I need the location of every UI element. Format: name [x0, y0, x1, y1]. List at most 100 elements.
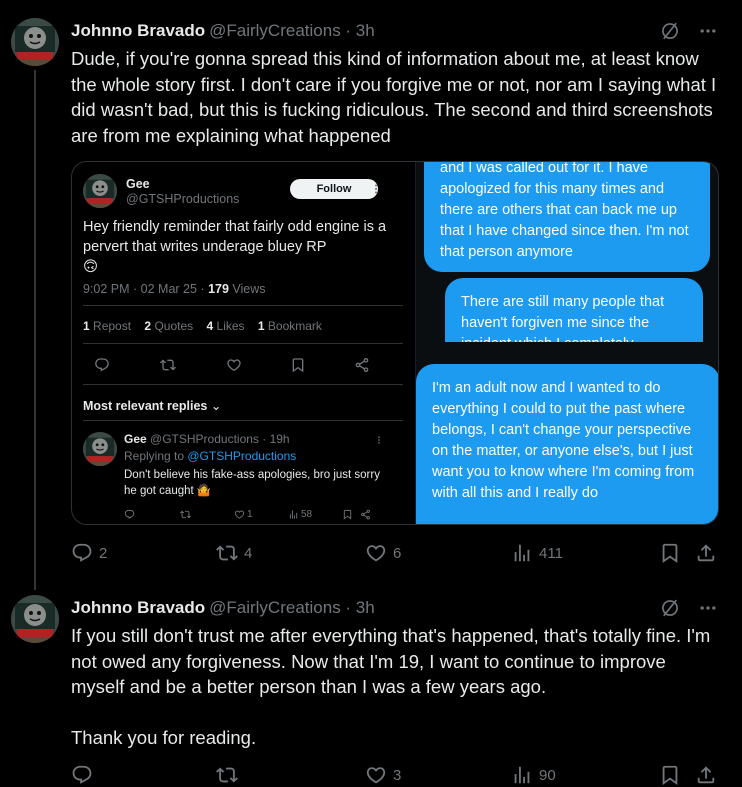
screenshot-views-count: 179 [208, 282, 229, 296]
like-icon [365, 764, 387, 786]
reply-like-count: 1 [247, 509, 253, 520]
reply-text: Don't believe his fake-ass apologies, br… [124, 469, 380, 497]
tweet-actions: 2 4 6 411 [71, 542, 719, 566]
follow-button: Follow [290, 179, 378, 199]
stat-likes-label: Likes [216, 319, 245, 333]
stat-bookmarks-label: Bookmark [267, 319, 322, 333]
screenshot-author-name: Gee [126, 177, 150, 191]
bookmark-button[interactable] [659, 764, 681, 786]
media-attachment[interactable]: Gee @GTSHProductions Follow Hey friendly… [71, 161, 719, 525]
reply-icon [124, 509, 135, 520]
tweet-header: Johnno Bravado @FairlyCreations · 3h [71, 21, 375, 41]
divider [83, 305, 403, 306]
reply-action-icons: 1 58 [124, 509, 384, 521]
repost-icon [180, 509, 191, 520]
author-avatar[interactable] [11, 595, 59, 643]
author-name[interactable]: Johnno Bravado [71, 598, 205, 618]
stat-quotes-label: Quotes [154, 319, 194, 333]
like-icon [234, 509, 245, 520]
screenshot-more-icon [370, 183, 382, 195]
screenshot-avatar [83, 174, 117, 208]
views-count: 411 [539, 544, 563, 562]
views-icon [511, 542, 533, 564]
thread-connector [34, 70, 36, 590]
screenshot-post-text: Hey friendly reminder that fairly odd en… [83, 218, 403, 278]
stat-quotes-count: 2 [144, 319, 152, 333]
tweet-tools [660, 598, 718, 618]
repost-icon [216, 764, 238, 786]
chat-bubble: I'm an adult now and I wanted to do ever… [416, 364, 718, 524]
reply-icon [71, 764, 93, 786]
reply-button[interactable]: 2 [71, 542, 107, 564]
share-icon [354, 357, 370, 373]
replying-to: Replying to @GTSHProductions [124, 449, 296, 463]
stat-reposts-label: Repost [93, 319, 132, 333]
views-button[interactable]: 411 [511, 542, 563, 564]
screenshot-post-body: Hey friendly reminder that fairly odd en… [83, 219, 387, 255]
stat-reposts-count: 1 [83, 319, 90, 333]
reply-button[interactable] [71, 764, 99, 786]
share-button[interactable] [695, 764, 717, 786]
chat-bubble: There are still many people that haven't… [445, 278, 703, 342]
reply-author-name: Gee [124, 432, 147, 446]
divider [83, 384, 403, 385]
tweet-1[interactable]: Johnno Bravado @FairlyCreations · 3h Dud… [0, 0, 742, 590]
views-count: 90 [539, 766, 556, 784]
bookmark-icon [659, 764, 681, 786]
chat-screenshots[interactable]: and I was called out for it. I have apol… [416, 162, 718, 524]
replies-sort-text: Most relevant replies [83, 399, 208, 413]
tweet-actions: 3 90 [71, 764, 719, 787]
stat-bookmarks-count: 1 [257, 319, 265, 333]
repost-count: 4 [244, 544, 253, 562]
grok-icon[interactable] [660, 598, 680, 618]
bookmark-button[interactable] [659, 542, 681, 564]
reply-count: 2 [99, 544, 108, 562]
reply-header: Gee @GTSHProductions · 19h [124, 432, 290, 446]
replying-prefix: Replying to [124, 449, 188, 463]
share-button[interactable] [695, 542, 717, 564]
like-count: 6 [393, 544, 402, 562]
screenshot-author-handle: @GTSHProductions [126, 192, 240, 206]
replying-handle: @GTSHProductions [187, 449, 297, 463]
reply-avatar [83, 432, 117, 466]
more-icon[interactable] [698, 21, 718, 41]
author-handle-time[interactable]: @FairlyCreations · 3h [209, 21, 375, 41]
reply-author-meta: @GTSHProductions · 19h [150, 432, 290, 446]
share-icon [695, 764, 717, 786]
views-icon [511, 764, 533, 786]
tweet-2[interactable]: Johnno Bravado @FairlyCreations · 3h If … [0, 580, 742, 787]
like-button[interactable]: 6 [365, 542, 401, 564]
like-button[interactable]: 3 [365, 764, 401, 786]
tweet-paragraph: Thank you for reading. [71, 726, 257, 748]
tweet-text: Dude, if you're gonna spread this kind o… [71, 48, 717, 146]
divider [83, 420, 403, 421]
like-count: 3 [393, 766, 402, 784]
author-name[interactable]: Johnno Bravado [71, 21, 205, 41]
screenshot-post[interactable]: Gee @GTSHProductions Follow Hey friendly… [72, 162, 415, 524]
repost-button[interactable] [216, 764, 244, 786]
share-icon [695, 542, 717, 564]
repost-icon [160, 357, 176, 373]
tweet-text: If you still don't trust me after everyt… [71, 623, 721, 750]
author-handle-time[interactable]: @FairlyCreations · 3h [209, 598, 375, 618]
stat-likes-count: 4 [206, 319, 214, 333]
share-icon [360, 509, 371, 520]
grok-icon[interactable] [660, 21, 680, 41]
reply-like: 1 [234, 509, 253, 520]
screenshot-views-label: Views [228, 282, 266, 296]
views-icon [288, 509, 299, 520]
repost-icon [216, 542, 238, 564]
repost-button[interactable]: 4 [216, 542, 252, 564]
reply-icon [94, 357, 110, 373]
views-button[interactable]: 90 [511, 764, 556, 786]
more-icon[interactable] [698, 598, 718, 618]
chat-bubble: and I was called out for it. I have apol… [424, 162, 710, 272]
author-avatar[interactable] [11, 18, 59, 66]
screenshot-action-icons [94, 357, 384, 373]
tweet-tools [660, 21, 718, 41]
screenshot-engagement-stats: 1 Repost 2 Quotes 4 Likes 1 Bookmark [83, 319, 332, 333]
like-icon [226, 357, 242, 373]
screenshot-timestamp: 9:02 PM · 02 Mar 25 · 179 Views [83, 282, 266, 296]
divider [83, 343, 403, 344]
like-icon [365, 542, 387, 564]
